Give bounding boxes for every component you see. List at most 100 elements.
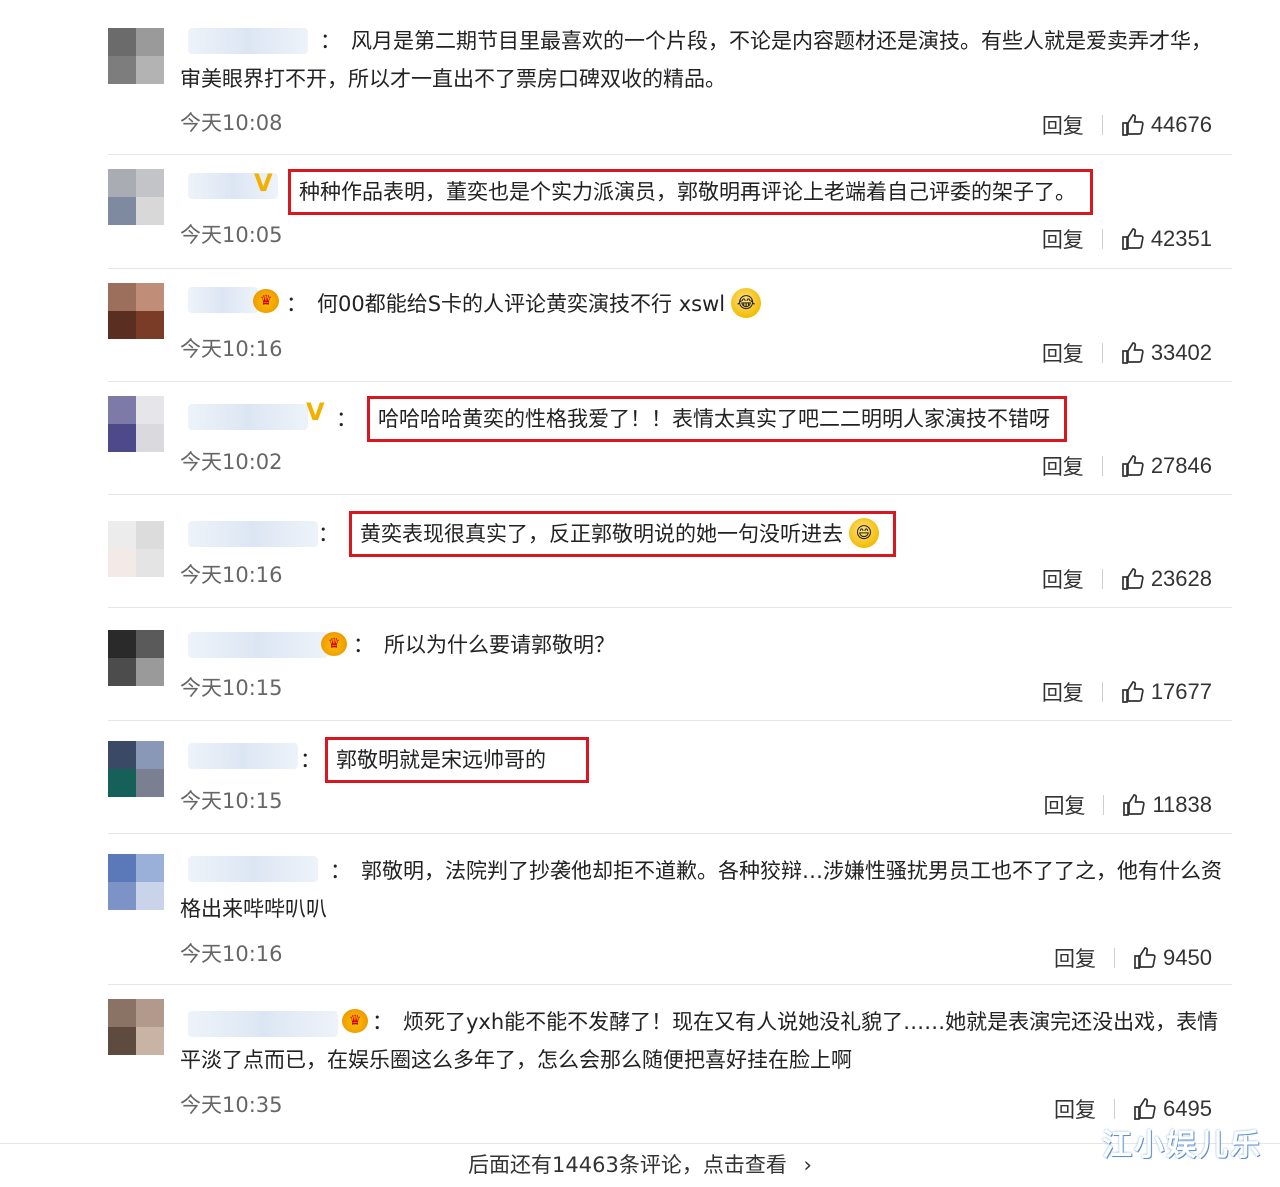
thumbs-up-icon <box>1134 947 1156 969</box>
load-more-link[interactable]: 后面还有14463条评论，点击查看 › <box>0 1143 1280 1187</box>
like-button[interactable]: 33402 <box>1121 340 1212 366</box>
comment-item: ：黄奕表现很真实了，反正郭敬明说的她一句没听进去 😄 今天10:16 回复 236… <box>108 495 1232 608</box>
avatar[interactable] <box>108 521 164 577</box>
divider <box>1103 795 1105 815</box>
laugh-emoji-icon: 😂 <box>731 288 762 318</box>
comment-time: 今天10:35 <box>180 1093 283 1117</box>
comment-item: ♛ ：所以为什么要请郭敬明？ 今天10:15 回复 17677 <box>108 608 1232 721</box>
username[interactable] <box>188 404 308 430</box>
like-button[interactable]: 44676 <box>1121 112 1212 138</box>
avatar[interactable] <box>108 283 164 339</box>
divider <box>1101 343 1103 363</box>
like-count: 44676 <box>1150 112 1212 137</box>
like-count: 11838 <box>1152 792 1212 817</box>
thumbs-up-icon <box>1134 1098 1156 1120</box>
thumbs-up-icon <box>1121 342 1144 364</box>
reply-button[interactable]: 回复 <box>1042 677 1084 707</box>
comment-item: ：风月是第二期节目里最喜欢的一个片段，不论是内容题材还是演技。有些人就是爱卖弄才… <box>108 12 1232 155</box>
like-count: 9450 <box>1163 945 1212 970</box>
like-button[interactable]: 23628 <box>1121 566 1212 592</box>
reply-button[interactable]: 回复 <box>1054 1094 1096 1124</box>
comment-text: ：郭敬明，法院判了抄袭他却拒不道歉。各种狡辩…涉嫌性骚扰男员工也不了了之，他有什… <box>180 859 1222 921</box>
laugh-emoji-icon: 😄 <box>849 518 879 548</box>
comment-time: 今天10:16 <box>180 337 283 361</box>
comment-actions: 回复 23628 <box>1042 564 1212 594</box>
like-button[interactable]: 11838 <box>1122 792 1212 818</box>
like-count: 42351 <box>1150 226 1212 251</box>
thumbs-up-icon <box>1121 568 1144 590</box>
like-button[interactable]: 6495 <box>1133 1096 1212 1122</box>
load-more-label: 后面还有14463条评论，点击查看 <box>468 1153 787 1177</box>
avatar[interactable] <box>108 854 164 910</box>
comment-item: ♛ ：烦死了yxh能不能不发酵了！现在又有人说她没礼貌了……她就是表演完还没出戏… <box>108 985 1232 1135</box>
divider <box>1101 682 1103 702</box>
reply-button[interactable]: 回复 <box>1054 943 1096 973</box>
reply-button[interactable]: 回复 <box>1042 110 1084 140</box>
comment-actions: 回复 33402 <box>1042 338 1212 368</box>
avatar[interactable] <box>108 999 164 1055</box>
comment-time: 今天10:08 <box>180 111 283 135</box>
reply-button[interactable]: 回复 <box>1042 451 1084 481</box>
comment-actions: 回复 9450 <box>1054 943 1212 973</box>
comment-text: ：黄奕表现很真实了，反正郭敬明说的她一句没听进去 😄 <box>318 511 1232 557</box>
verified-v-icon: V <box>254 169 273 197</box>
like-count: 27846 <box>1150 453 1212 478</box>
username[interactable] <box>188 521 318 547</box>
comment-text: ：郭敬明就是宋远帅哥的 <box>300 737 1232 783</box>
like-button[interactable]: 17677 <box>1121 679 1212 705</box>
avatar[interactable] <box>108 169 164 225</box>
comment-actions: 回复 42351 <box>1042 224 1212 254</box>
comment-actions: 回复 27846 <box>1042 451 1212 481</box>
thumbs-up-icon <box>1123 794 1146 816</box>
comment-time: 今天10:16 <box>180 942 283 966</box>
divider <box>1114 1099 1116 1119</box>
thumbs-up-icon <box>1121 228 1144 250</box>
comment-time: 今天10:15 <box>180 676 283 700</box>
divider <box>1114 948 1116 968</box>
like-button[interactable]: 42351 <box>1121 226 1212 252</box>
username[interactable] <box>188 743 298 769</box>
comment-time: 今天10:02 <box>180 450 283 474</box>
comment-item: ：郭敬明就是宋远帅哥的 今天10:15 回复 11838 <box>108 721 1232 834</box>
comment-item: V ：哈哈哈哈黄奕的性格我爱了！！表情太真实了吧二二明明人家演技不错呀 今天10… <box>108 382 1232 495</box>
divider <box>1101 456 1103 476</box>
avatar[interactable] <box>108 741 164 797</box>
avatar[interactable] <box>108 396 164 452</box>
comment-text: 种种作品表明，董奕也是个实力派演员，郭敬明再评论上老端着自己评委的架子了。 <box>288 169 1232 215</box>
comment-time: 今天10:15 <box>180 789 283 813</box>
comment-item: ：郭敬明，法院判了抄袭他却拒不道歉。各种狡辩…涉嫌性骚扰男员工也不了了之，他有什… <box>108 834 1232 985</box>
like-count: 6495 <box>1163 1096 1212 1121</box>
like-count: 33402 <box>1150 340 1212 365</box>
thumbs-up-icon <box>1121 114 1144 136</box>
highlight-box: 郭敬明就是宋远帅哥的 <box>325 737 589 783</box>
watermark: 江小娱儿乐 <box>1102 1128 1262 1163</box>
username[interactable] <box>188 287 258 313</box>
reply-button[interactable]: 回复 <box>1042 224 1084 254</box>
comment-item: ♛ ：何00都能给S卡的人评论黄奕演技不行 xswl 😂 今天10:16 回复 3… <box>108 269 1232 382</box>
thumbs-up-icon <box>1121 681 1144 703</box>
avatar[interactable] <box>108 630 164 686</box>
divider <box>1101 115 1103 135</box>
comment-actions: 回复 44676 <box>1042 110 1212 140</box>
username[interactable] <box>188 632 328 658</box>
reply-button[interactable]: 回复 <box>1042 564 1084 594</box>
chevron-right-icon: › <box>803 1153 812 1177</box>
reply-button[interactable]: 回复 <box>1043 790 1085 820</box>
thumbs-up-icon <box>1121 455 1144 477</box>
crown-badge-icon: ♛ <box>253 289 279 313</box>
like-count: 23628 <box>1150 566 1212 591</box>
comment-time: 今天10:05 <box>180 223 283 247</box>
divider <box>1101 569 1103 589</box>
highlight-box: 种种作品表明，董奕也是个实力派演员，郭敬明再评论上老端着自己评委的架子了。 <box>288 169 1093 215</box>
comment-text: ：烦死了yxh能不能不发酵了！现在又有人说她没礼貌了……她就是表演完还没出戏，表… <box>180 1010 1219 1072</box>
like-button[interactable]: 9450 <box>1133 945 1212 971</box>
like-count: 17677 <box>1150 679 1212 704</box>
reply-button[interactable]: 回复 <box>1042 338 1084 368</box>
comment-actions: 回复 11838 <box>1043 790 1212 820</box>
comment-actions: 回复 17677 <box>1042 677 1212 707</box>
comment-text: ：所以为什么要请郭敬明？ <box>353 633 615 657</box>
like-button[interactable]: 27846 <box>1121 453 1212 479</box>
comment-time: 今天10:16 <box>180 563 283 587</box>
comment-text: ：何00都能给S卡的人评论黄奕演技不行 xswl 😂 <box>286 285 1232 323</box>
avatar[interactable] <box>108 28 164 84</box>
